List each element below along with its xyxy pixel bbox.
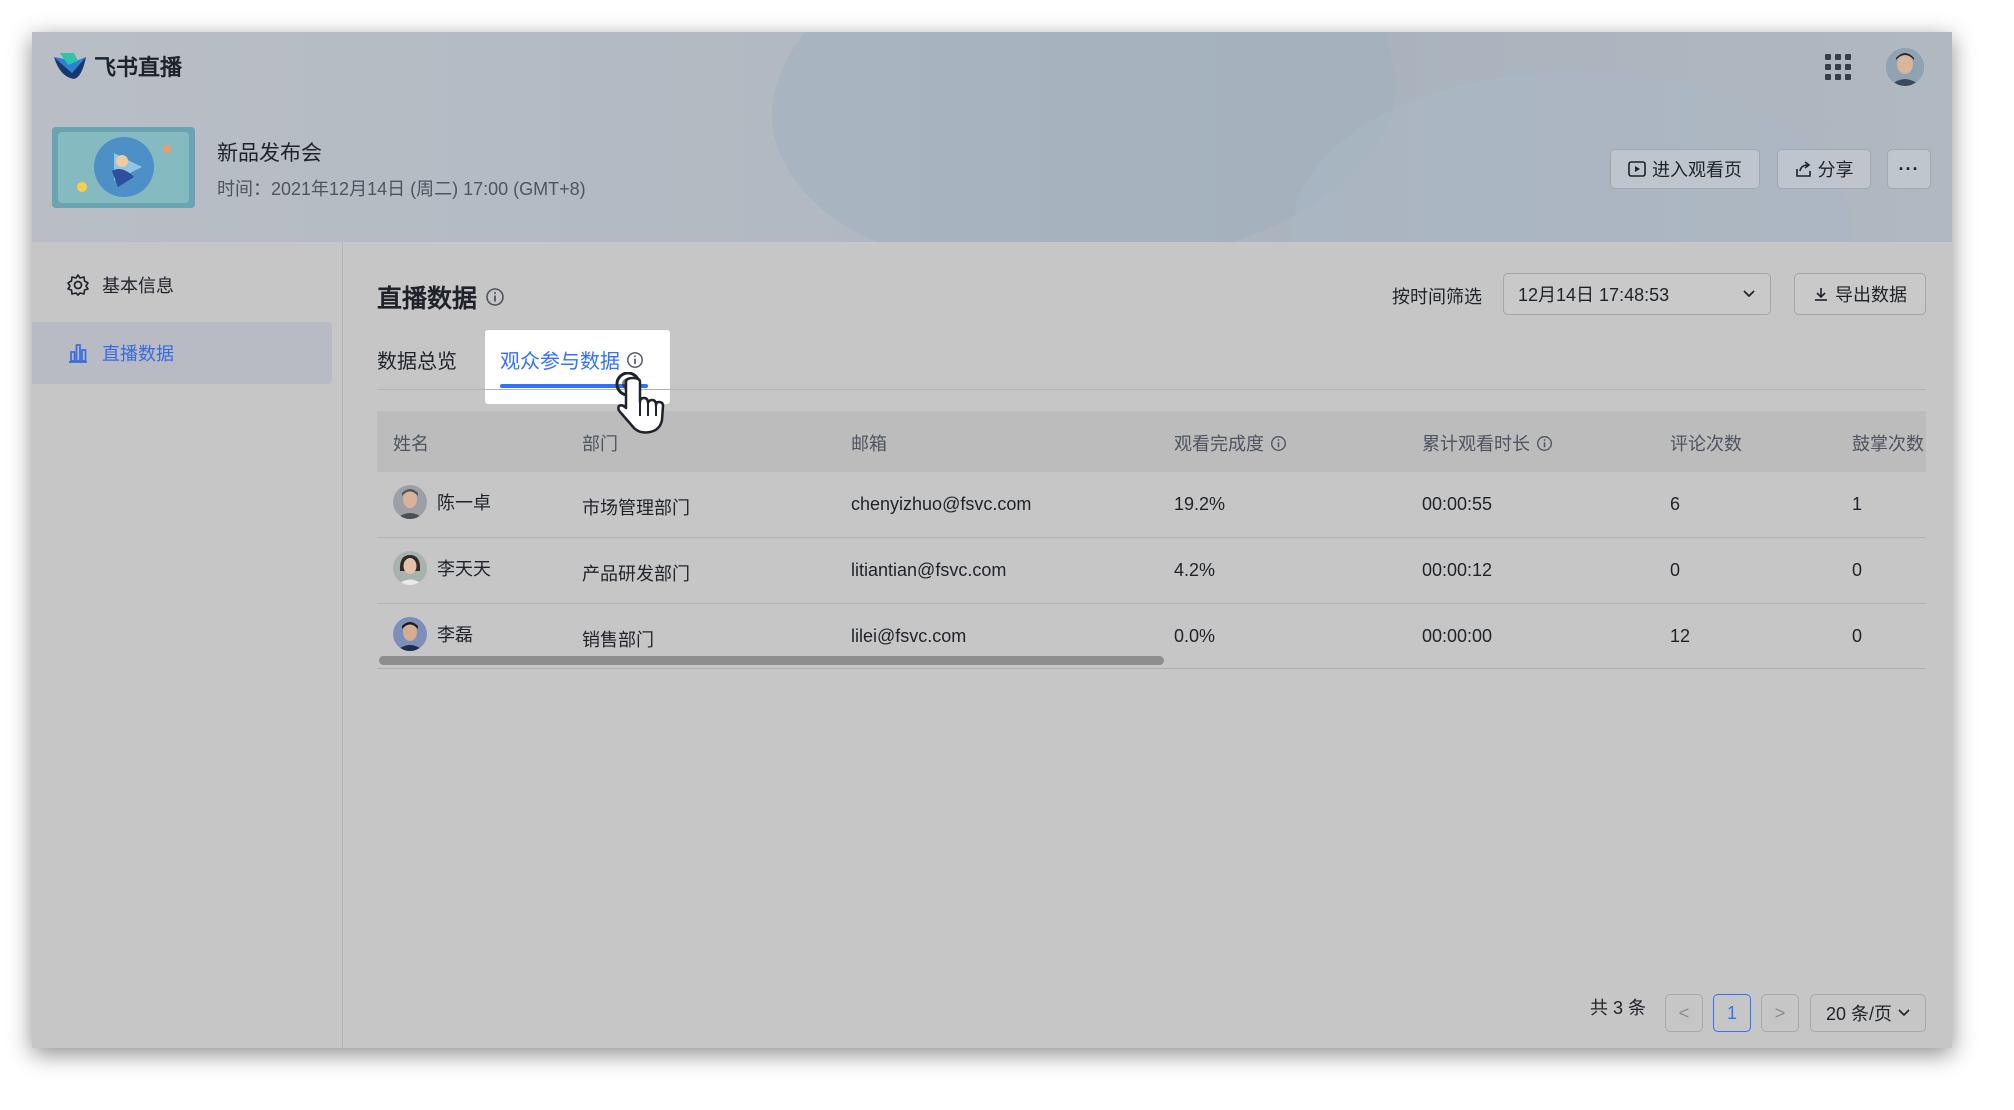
time-filter-select[interactable]: 12月14日 17:48:53: [1503, 273, 1771, 315]
tab-divider: [377, 389, 1926, 390]
sidebar-item-basic-info[interactable]: 基本信息: [32, 254, 332, 316]
enter-watch-button[interactable]: 进入观看页: [1610, 149, 1760, 189]
avatar-icon: [1886, 48, 1924, 86]
person-name: 陈一卓: [437, 493, 491, 513]
comments-cell: 6: [1670, 494, 1681, 514]
column-header-completion[interactable]: 观看完成度: [1174, 430, 1287, 456]
person-avatar-icon: [393, 485, 427, 519]
app-name: 飞书直播: [94, 55, 183, 80]
sidebar-item-label: 直播数据: [102, 344, 174, 364]
sidebar: 基本信息 直播数据: [32, 242, 343, 1048]
column-header-duration[interactable]: 累计观看时长: [1422, 430, 1553, 456]
person-name: 李磊: [437, 625, 473, 645]
event-title: 新品发布会: [217, 142, 322, 165]
comments-cell: 12: [1670, 626, 1691, 646]
duration-cell: 00:00:00: [1422, 626, 1493, 646]
chevron-down-icon: [1743, 290, 1755, 298]
dept-cell: 产品研发部门: [582, 564, 690, 584]
event-thumbnail: [52, 127, 195, 208]
page-size-select[interactable]: 20 条/页: [1810, 994, 1926, 1032]
horizontal-scrollbar[interactable]: [379, 656, 1164, 665]
app-logo[interactable]: 飞书直播: [52, 50, 182, 82]
table-row[interactable]: 陈一卓 市场管理部门 chenyizhuo@fsvc.com 19.2% 00:…: [377, 472, 1926, 538]
page-number-button[interactable]: 1: [1713, 994, 1751, 1032]
chevron-left-icon: <: [1678, 1002, 1690, 1023]
info-icon[interactable]: [485, 287, 505, 307]
info-icon: [1537, 435, 1552, 451]
table-header: 姓名 部门 邮箱 观看完成度 累计观看时长 评论次数 鼓掌次数: [377, 411, 1926, 472]
chevron-right-icon: >: [1774, 1002, 1786, 1023]
name-cell: 陈一卓: [393, 485, 491, 519]
name-cell: 李天天: [393, 551, 491, 585]
page-title-text: 直播数据: [377, 285, 478, 313]
gear-icon: [67, 274, 89, 296]
event-time: 时间：2021年12月14日 (周二) 17:00 (GMT+8): [217, 179, 586, 199]
column-header-claps[interactable]: 鼓掌次数: [1852, 430, 1924, 456]
comments-cell: 0: [1670, 560, 1681, 580]
avatar: [393, 617, 427, 651]
name-cell: 李磊: [393, 617, 473, 651]
enter-watch-label: 进入观看页: [1652, 160, 1742, 180]
feishu-logo-icon: [54, 53, 86, 79]
more-button[interactable]: ···: [1887, 149, 1931, 189]
share-icon: [1795, 160, 1811, 177]
person-avatar-icon: [393, 617, 427, 651]
share-button[interactable]: 分享: [1777, 149, 1871, 189]
time-filter-label: 按时间筛选: [1392, 287, 1482, 307]
info-icon: [627, 351, 643, 368]
prev-page-button[interactable]: <: [1665, 994, 1703, 1032]
app-window: 飞书直播 新品发布会 时间：2021年12月14日 (周二) 17:00 (GM…: [32, 32, 1952, 1048]
info-icon: [1271, 435, 1286, 451]
column-header-label: 累计观看时长: [1422, 434, 1530, 454]
claps-cell: 0: [1852, 626, 1863, 646]
next-page-button[interactable]: >: [1761, 994, 1799, 1032]
column-header-email[interactable]: 邮箱: [851, 430, 887, 456]
column-header-comments[interactable]: 评论次数: [1670, 430, 1742, 456]
page-title: 直播数据: [377, 279, 505, 315]
email-cell: litiantian@fsvc.com: [851, 560, 1007, 580]
duration-cell: 00:00:55: [1422, 494, 1493, 514]
share-label: 分享: [1817, 160, 1854, 180]
thumbnail-illustration-icon: [52, 127, 195, 208]
tab-overview[interactable]: 数据总览: [377, 345, 457, 374]
avatar: [393, 551, 427, 585]
export-label: 导出数据: [1835, 285, 1907, 305]
header: 飞书直播 新品发布会 时间：2021年12月14日 (周二) 17:00 (GM…: [32, 32, 1952, 242]
total-count: 共 3 条: [1590, 998, 1647, 1018]
avatar: [393, 485, 427, 519]
app-grid-icon[interactable]: [1825, 54, 1851, 80]
email-cell: chenyizhuo@fsvc.com: [851, 494, 1032, 514]
completion-cell: 4.2%: [1174, 560, 1216, 580]
person-avatar-icon: [393, 551, 427, 585]
tab-audience-label: 观众参与数据: [500, 351, 620, 373]
more-icon: ···: [1898, 158, 1920, 179]
claps-cell: 0: [1852, 560, 1863, 580]
download-icon: [1815, 288, 1827, 301]
export-button[interactable]: 导出数据: [1794, 273, 1926, 315]
column-header-label: 观看完成度: [1174, 434, 1264, 454]
hand-cursor-icon: [615, 372, 665, 434]
completion-cell: 19.2%: [1174, 494, 1226, 514]
completion-cell: 0.0%: [1174, 626, 1216, 646]
play-icon: [1628, 161, 1646, 177]
dept-cell: 市场管理部门: [582, 498, 690, 518]
duration-cell: 00:00:12: [1422, 560, 1493, 580]
user-avatar[interactable]: [1886, 48, 1924, 86]
bar-chart-icon: [69, 344, 87, 363]
column-header-name[interactable]: 姓名: [393, 430, 429, 456]
person-name: 李天天: [437, 559, 491, 579]
time-filter-value: 12月14日 17:48:53: [1518, 285, 1670, 305]
dept-cell: 销售部门: [582, 630, 654, 650]
email-cell: lilei@fsvc.com: [851, 626, 967, 646]
claps-cell: 1: [1852, 494, 1863, 514]
tab-audience-data[interactable]: 观众参与数据: [500, 345, 644, 374]
table-row[interactable]: 李天天 产品研发部门 litiantian@fsvc.com 4.2% 00:0…: [377, 538, 1926, 604]
page-size-value: 20 条/页: [1825, 1004, 1893, 1024]
sidebar-item-label: 基本信息: [102, 276, 174, 296]
sidebar-item-live-data[interactable]: 直播数据: [32, 322, 332, 384]
chevron-down-icon: [1898, 1009, 1910, 1017]
audience-table: 姓名 部门 邮箱 观看完成度 累计观看时长 评论次数 鼓掌次数 陈一卓 市场管理…: [377, 411, 1926, 669]
